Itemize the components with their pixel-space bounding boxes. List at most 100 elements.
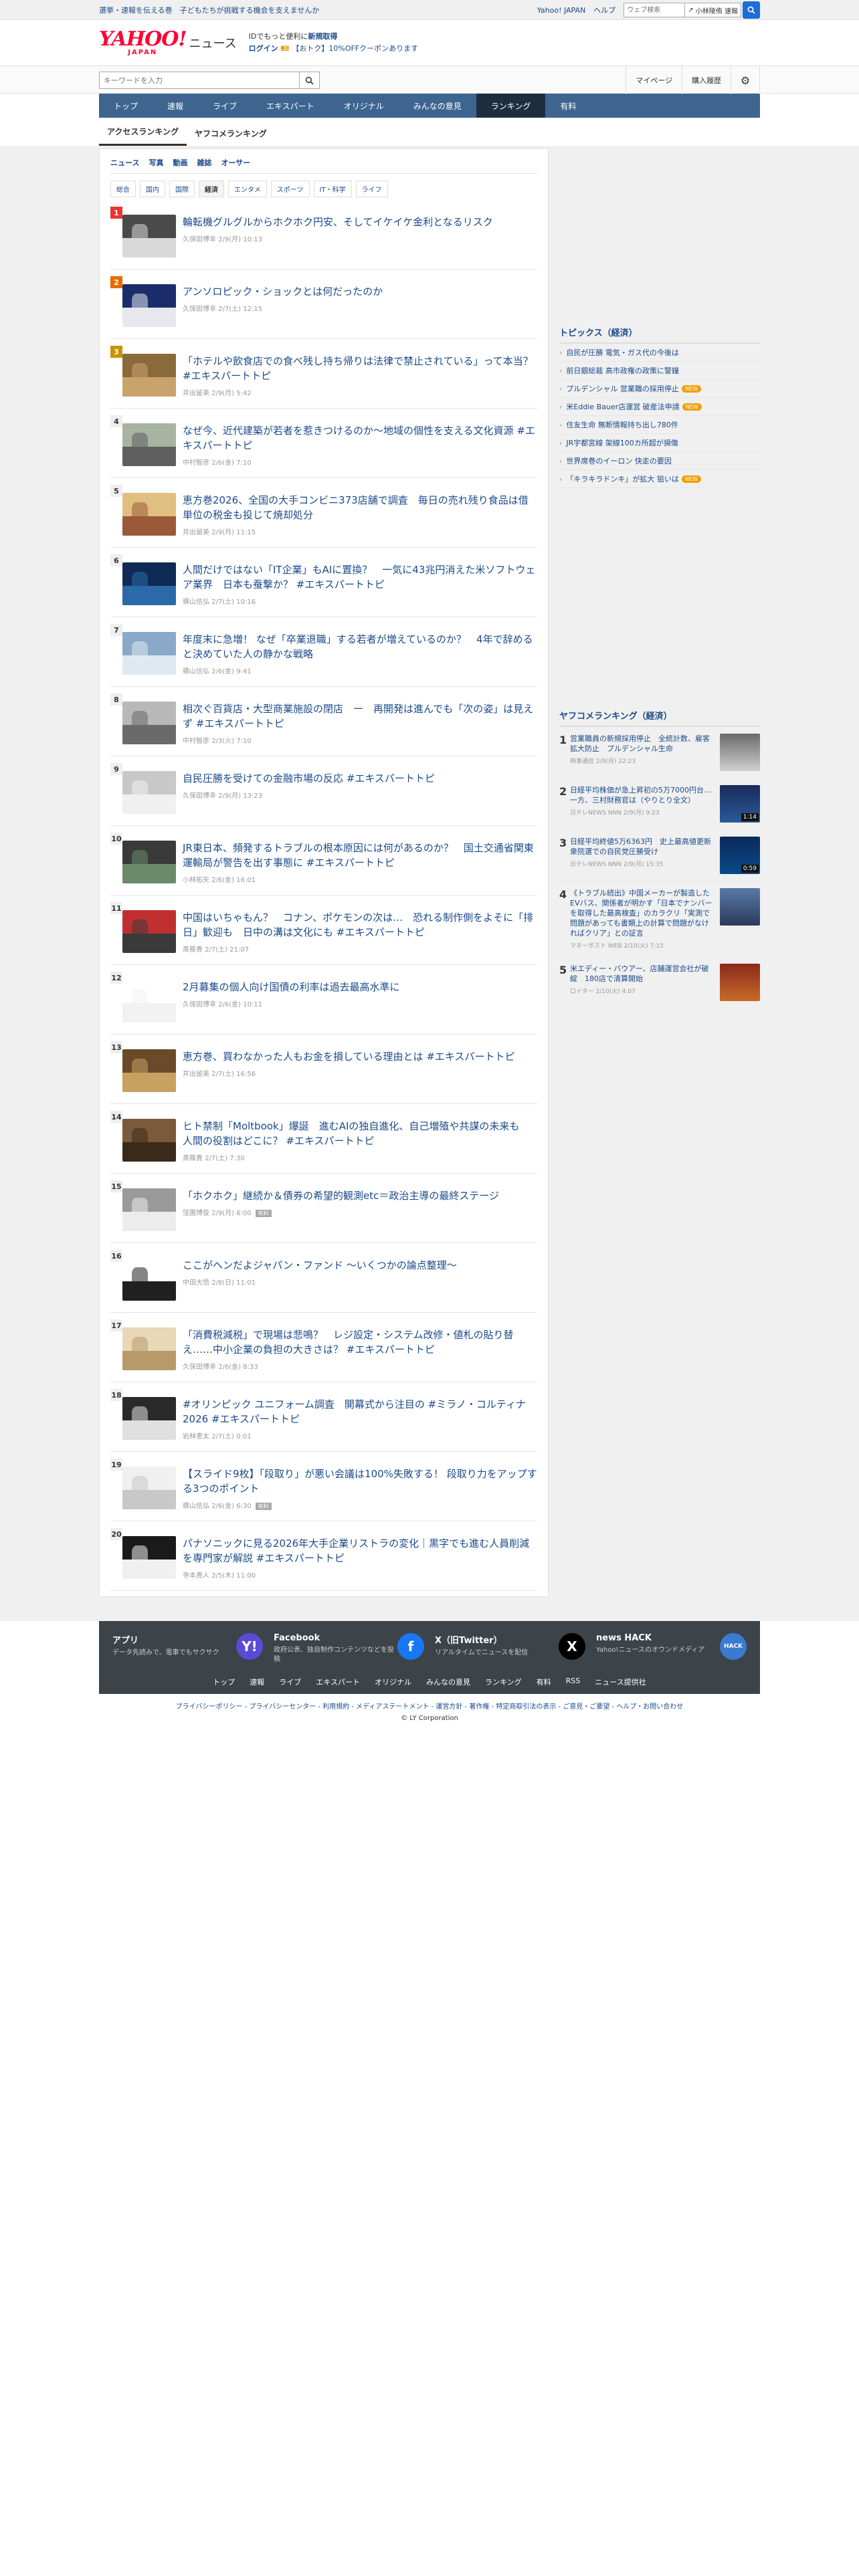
article-thumbnail[interactable]	[122, 423, 176, 466]
footer-nav-link[interactable]: ランキング	[485, 1677, 522, 1687]
footer-app[interactable]: Facebook 政府公表、独自制作コンテンツなどを投稿 f	[274, 1633, 424, 1665]
media-tab-news[interactable]: ニュース	[110, 157, 139, 168]
article-thumbnail[interactable]	[122, 632, 176, 675]
footer-nav-link[interactable]: エキスパート	[316, 1677, 360, 1687]
ranking-item[interactable]: 10 JR東日本、頻発するトラブルの根本原因には何があるのか？ 国土交通省関東運輸…	[110, 826, 537, 895]
nav-ranking[interactable]: ランキング	[476, 94, 546, 118]
media-tab-video[interactable]: 動画	[173, 157, 187, 168]
ranking-item[interactable]: 5 恵方巻2026、全国の大手コンビニ373店舗で調査 毎日の売れ残り食品は借単位…	[110, 478, 537, 548]
article-thumbnail[interactable]	[122, 1049, 176, 1092]
article-title[interactable]: 日経平均株価が急上昇初の5万7000円台…一方、三村財務官は（やりとり全文）	[570, 786, 711, 804]
search-suggestion[interactable]: ↗ 小林陵侑 速報	[685, 3, 741, 17]
article-title[interactable]: 相次ぐ百貨店・大型商業施設の閉店 ー 再開発は進んでも「次の姿」は見えず #エキ…	[183, 703, 533, 730]
article-thumbnail[interactable]	[122, 1327, 176, 1370]
ranking-item[interactable]: 3 「ホテルや飲食店での食べ残し持ち帰りは法律で禁止されている」って本当？ #エキ…	[110, 339, 537, 409]
category-tab-all[interactable]: 総合	[110, 181, 136, 197]
article-thumbnail[interactable]	[122, 1397, 176, 1440]
ranking-item[interactable]: 9 自民圧勝を受けての金融市場の反応 #エキスパートトピ 久保田博幸 2/9(月) …	[110, 756, 537, 826]
article-title[interactable]: JR東日本、頻発するトラブルの根本原因には何があるのか？ 国土交通省関東運輸局が…	[183, 842, 534, 869]
article-thumbnail[interactable]	[122, 841, 176, 883]
footer-nav-link[interactable]: 有料	[537, 1677, 551, 1687]
media-tab-photo[interactable]: 写真	[149, 157, 163, 168]
article-thumbnail[interactable]: 1:14	[720, 785, 760, 823]
legal-links[interactable]: プライバシーポリシー - プライバシーセンター - 利用規約 - メディアステー…	[99, 1701, 760, 1711]
nav-opinion[interactable]: みんなの意見	[399, 94, 476, 118]
article-title[interactable]: 2月募集の個人向け国債の利率は過去最高水準に	[183, 981, 400, 993]
footer-app[interactable]: X（旧Twitter） リアルタイムでニュースを配信 X	[435, 1633, 585, 1665]
article-title[interactable]: パナソニックに見る2026年大手企業リストラの変化｜黒字でも進む人員削減を専門家…	[183, 1537, 529, 1564]
article-thumbnail[interactable]	[122, 493, 176, 536]
category-tab-entertainment[interactable]: エンタメ	[228, 181, 267, 197]
ranking-item[interactable]: 8 相次ぐ百貨店・大型商業施設の閉店 ー 再開発は進んでも「次の姿」は見えず #エ…	[110, 687, 537, 756]
ranking-item[interactable]: 4 なぜ今、近代建築が若者を惹きつけるのか〜地域の個性を支える文化資源 #エキスパ…	[110, 409, 537, 478]
ranking-item[interactable]: 11 中国はいちゃもん？ コナン、ポケモンの次は… 恐れる制作側をよそに「排日」歓…	[110, 895, 537, 965]
comment-ranking-item[interactable]: 5 米エディー・バウアー、店舗運営会社が破綻 180店で清算開始 ロイター 2/10…	[559, 957, 760, 1008]
comment-ranking-item[interactable]: 2 日経平均株価が急上昇初の5万7000円台…一方、三村財務官は（やりとり全文）日…	[559, 778, 760, 830]
ranking-item[interactable]: 17 「消費税減税」で現場は悲鳴？ レジ設定・システム改修・値札の貼り替え……中小…	[110, 1313, 537, 1382]
comment-ranking-item[interactable]: 4 《トラブル続出》中国メーカーが製造したEVバス、関係者が明かす「日本でナンバー…	[559, 881, 760, 957]
nav-breaking[interactable]: 速報	[153, 94, 198, 118]
ranking-item[interactable]: 12 2月募集の個人向け国債の利率は過去最高水準に 久保田博幸 2/6(金) 10:…	[110, 965, 537, 1035]
article-thumbnail[interactable]: 0:59	[720, 837, 760, 874]
article-thumbnail[interactable]	[122, 910, 176, 953]
article-thumbnail[interactable]	[122, 284, 176, 327]
ranking-item[interactable]: 20 パナソニックに見る2026年大手企業リストラの変化｜黒字でも進む人員削減を専…	[110, 1521, 537, 1591]
article-thumbnail[interactable]	[720, 888, 760, 926]
topic-item[interactable]: 自民が圧勝 電気・ガス代の今後は	[559, 344, 760, 362]
footer-nav-link[interactable]: ライブ	[279, 1677, 301, 1687]
article-title[interactable]: 自民圧勝を受けての金融市場の反応 #エキスパートトピ	[183, 772, 435, 784]
media-tab-author[interactable]: オーサー	[221, 157, 250, 168]
article-title[interactable]: 中国はいちゃもん？ コナン、ポケモンの次は… 恐れる制作側をよそに「排日」歓迎も…	[183, 911, 533, 938]
article-title[interactable]: ここがへンだよジャパン・ファンド 〜いくつかの論点整理〜	[183, 1259, 457, 1271]
topic-item[interactable]: 住友生命 無断情報持ち出し780件	[559, 416, 760, 434]
article-title[interactable]: 恵方巻、買わなかった人もお金を損している理由とは #エキスパートトピ	[183, 1051, 514, 1063]
tab-comment-ranking[interactable]: ヤフコメランキング	[187, 128, 275, 146]
mypage-link[interactable]: マイページ	[626, 66, 682, 94]
ranking-item[interactable]: 15 「ホクホク」継続か＆債券の希望的観測etc＝政治主導の最終ステージ 窪園博俊 …	[110, 1174, 537, 1243]
article-thumbnail[interactable]	[122, 771, 176, 814]
footer-app[interactable]: アプリ データ先読みで、電車でもサクサク Y!	[112, 1633, 263, 1665]
media-tab-magazine[interactable]: 雑誌	[197, 157, 211, 168]
login-link[interactable]: ログイン	[249, 44, 278, 53]
category-tab-world[interactable]: 国際	[169, 181, 195, 197]
footer-nav-link[interactable]: みんなの意見	[426, 1677, 470, 1687]
article-title[interactable]: 日経平均終値5万6363円 史上最高値更新 衆院選での自民党圧勝受け	[570, 837, 719, 856]
footer-nav-link[interactable]: トップ	[213, 1677, 235, 1687]
footer-nav-link[interactable]: ニュース提供社	[595, 1677, 646, 1687]
article-thumbnail[interactable]	[720, 964, 760, 1001]
topic-item[interactable]: 前日銀総裁 高市政権の政策に警鐘	[559, 362, 760, 380]
article-title[interactable]: なぜ今、近代建築が若者を惹きつけるのか〜地域の個性を支える文化資源 #エキスパー…	[183, 425, 535, 451]
article-thumbnail[interactable]	[122, 354, 176, 397]
footer-nav-link[interactable]: 速報	[250, 1677, 264, 1687]
nav-expert[interactable]: エキスパート	[252, 94, 329, 118]
article-title[interactable]: 「ホクホク」継続か＆債券の希望的観測etc＝政治主導の最終ステージ	[183, 1190, 499, 1202]
article-thumbnail[interactable]	[122, 980, 176, 1023]
web-search-input[interactable]	[624, 3, 686, 17]
nav-live[interactable]: ライブ	[198, 94, 252, 118]
help-link[interactable]: ヘルプ	[593, 5, 615, 15]
article-thumbnail[interactable]	[122, 562, 176, 605]
article-thumbnail[interactable]	[122, 1119, 176, 1162]
ranking-item[interactable]: 2 アンソロピック・ショックとは何だったのか 久保田博幸 2/7(土) 12:15	[110, 270, 537, 339]
comment-ranking-item[interactable]: 1 営業職員の新規採用停止 全統計数、雇客拡大防止 プルデンシャル生命 時事通信 2…	[559, 727, 760, 778]
article-thumbnail[interactable]	[122, 1467, 176, 1509]
topic-item[interactable]: 世界席巻のイーロン 快走の要因	[559, 452, 760, 470]
article-title[interactable]: 「ホテルや飲食店での食べ残し持ち帰りは法律で禁止されている」って本当？ #エキス…	[183, 355, 533, 382]
nav-top[interactable]: トップ	[99, 94, 153, 118]
footer-nav-link[interactable]: オリジナル	[375, 1677, 411, 1687]
keyword-search-button[interactable]	[300, 72, 320, 89]
article-title[interactable]: #オリンピック ユニフォーム調査 開幕式から注目の #ミラノ・コルティナ2026…	[183, 1398, 526, 1425]
category-tab-sports[interactable]: スポーツ	[270, 181, 310, 197]
article-title[interactable]: 人間だけではない「IT企業」もAIに置換？ 一気に43兆円消えた米ソフトウェア業…	[183, 564, 535, 591]
article-title[interactable]: 年度末に急増！ なぜ「卒業退職」する若者が増えているのか？ 4年で辞めると決めて…	[183, 633, 533, 660]
article-thumbnail[interactable]	[122, 215, 176, 257]
article-title[interactable]: 営業職員の新規採用停止 全統計数、雇客拡大防止 プルデンシャル生命	[570, 734, 710, 753]
article-title[interactable]: 【スライド9枚】「段取り」が悪い会議は100%失敗する！ 段取り力をアップする3…	[183, 1468, 537, 1495]
keyword-input[interactable]	[99, 72, 300, 89]
ranking-item[interactable]: 19 【スライド9枚】「段取り」が悪い会議は100%失敗する！ 段取り力をアップす…	[110, 1452, 537, 1521]
coupon-link[interactable]: 【おトク】10%OFFクーポンあります	[292, 44, 418, 53]
nav-original[interactable]: オリジナル	[329, 94, 399, 118]
article-thumbnail[interactable]	[122, 1258, 176, 1301]
yahoo-logo[interactable]: YAHOO! JAPAN	[99, 29, 187, 56]
ranking-item[interactable]: 16 ここがへンだよジャパン・ファンド 〜いくつかの論点整理〜 中田大悟 2/8(日…	[110, 1243, 537, 1313]
